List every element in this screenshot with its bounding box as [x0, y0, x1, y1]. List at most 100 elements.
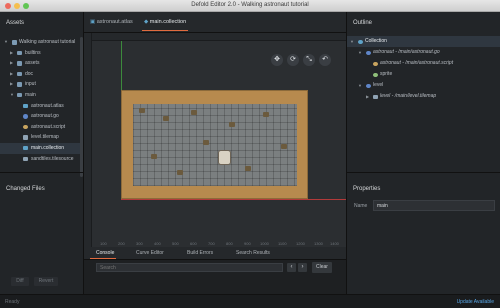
ruler-tick: 1200: [296, 241, 305, 246]
tab-label: Build Errors: [187, 250, 214, 256]
ruler-left: [84, 33, 92, 247]
chevron-down-icon[interactable]: ▼: [358, 80, 362, 91]
update-available-link[interactable]: Update Available: [457, 299, 494, 305]
scene-viewport[interactable]: 100 200 300 400 500 600 700 800 900 1000…: [84, 33, 346, 247]
asset-item-project[interactable]: ▼ Walking astronaut tutorial: [0, 37, 80, 48]
asset-label: input: [25, 81, 36, 88]
tab-curve-editor[interactable]: Curve Editor: [136, 250, 164, 256]
folder-icon: [17, 61, 22, 66]
rock-tile: [229, 122, 235, 127]
asset-item-astronaut-go[interactable]: astronaut.go: [0, 111, 80, 122]
window-titlebar: Defold Editor 2.0 - Walking astronaut tu…: [0, 0, 500, 12]
status-bar: Ready Update Available: [0, 294, 500, 308]
chevron-right-icon[interactable]: ▶: [10, 58, 13, 69]
tab-build-errors[interactable]: Build Errors: [187, 250, 213, 256]
chevron-down-icon[interactable]: ▼: [4, 37, 8, 48]
revert-button[interactable]: Revert: [34, 277, 58, 286]
outline-item-level[interactable]: ▼ level: [347, 80, 500, 91]
asset-item-astronaut-atlas[interactable]: astronaut.atlas: [0, 101, 80, 112]
asset-label: astronaut.go: [31, 113, 59, 120]
chevron-right-icon[interactable]: ▶: [10, 79, 13, 90]
diff-button[interactable]: Diff: [11, 277, 29, 286]
asset-item-astronaut-script[interactable]: astronaut.script: [0, 122, 80, 133]
outline-item-sprite[interactable]: sprite: [347, 69, 500, 80]
undo-icon[interactable]: ↶: [319, 54, 331, 66]
outline-item-level-tilemap[interactable]: ▶ level - /main/level.tilemap: [347, 91, 500, 102]
rock-tile: [177, 170, 183, 175]
astronaut-sprite[interactable]: [218, 150, 231, 165]
tab-astronaut-atlas[interactable]: ▣ astronaut.atlas: [90, 16, 133, 29]
chevron-right-icon[interactable]: ▶: [10, 69, 13, 80]
ruler-tick: 1100: [278, 241, 287, 246]
chevron-down-icon[interactable]: ▼: [358, 47, 362, 58]
changed-files-panel: Changed Files: [0, 172, 84, 294]
tab-label: Search Results: [236, 250, 270, 256]
ruler-tick: 600: [190, 241, 197, 246]
asset-item-level-tilemap[interactable]: level.tilemap: [0, 132, 80, 143]
rotate-tool-icon[interactable]: ⟳: [287, 54, 299, 66]
asset-label: sandtiles.tilesource: [31, 155, 74, 162]
tab-console[interactable]: Console: [89, 250, 117, 259]
folder-icon: [17, 92, 22, 98]
outline-item-astronaut-script[interactable]: astronaut - /main/astronaut.script: [347, 58, 500, 69]
name-field[interactable]: main: [373, 200, 495, 211]
name-label: Name: [354, 203, 368, 209]
asset-label: assets: [25, 60, 40, 67]
tab-label: Curve Editor: [136, 250, 164, 256]
asset-label: astronaut.script: [31, 123, 66, 130]
changed-files-heading: Changed Files: [6, 186, 45, 192]
ruler-tick: 300: [136, 241, 143, 246]
folder-icon: [17, 50, 22, 56]
ruler-tick: 800: [226, 241, 233, 246]
asset-item-input[interactable]: ▶ input: [0, 79, 80, 90]
tab-search-results[interactable]: Search Results: [236, 250, 270, 256]
outline-label: astronaut - /main/astronaut.go: [373, 49, 440, 55]
ruler-tick: 500: [172, 241, 179, 246]
chevron-right-icon[interactable]: ▶: [10, 48, 13, 59]
asset-item-main-collection[interactable]: main.collection: [0, 142, 80, 154]
tab-main-collection[interactable]: ◆ main.collection: [141, 16, 189, 31]
asset-label: main: [25, 91, 36, 98]
outline-item-astronaut[interactable]: ▼ astronaut - /main/astronaut.go: [347, 47, 500, 58]
asset-label: level.tilemap: [31, 134, 59, 141]
properties-panel: Properties Name main: [347, 172, 500, 294]
console-tabs: Console Curve Editor Build Errors Search…: [84, 247, 346, 260]
tilesource-icon: [23, 156, 28, 162]
prev-result-button[interactable]: ‹: [287, 263, 296, 272]
status-text: Ready: [5, 299, 20, 305]
rock-tile: [191, 110, 197, 115]
ruler-tick: 1400: [330, 241, 339, 246]
clear-button[interactable]: Clear: [312, 262, 332, 273]
asset-item-builtins[interactable]: ▶ builtins: [0, 48, 80, 59]
console-search-input[interactable]: [96, 263, 283, 272]
gameobject-icon: [366, 50, 371, 55]
move-tool-icon[interactable]: ✥: [271, 54, 283, 66]
tilemap-floor: [133, 104, 297, 186]
asset-label: builtins: [25, 49, 41, 56]
asset-tree: ▼ Walking astronaut tutorial ▶ builtins …: [0, 37, 80, 164]
chevron-right-icon[interactable]: ▶: [366, 91, 369, 102]
rock-tile: [203, 140, 209, 145]
folder-icon: [17, 71, 22, 77]
collection-icon: [358, 39, 363, 44]
scale-tool-icon[interactable]: ⤡: [303, 54, 315, 66]
rock-tile: [263, 112, 269, 117]
rock-tile: [163, 116, 169, 121]
next-result-button[interactable]: ›: [298, 263, 307, 272]
manipulator-toolbar: ✥ ⟳ ⤡ ↶: [271, 54, 335, 67]
asset-label: astronaut.atlas: [31, 102, 64, 109]
asset-item-doc[interactable]: ▶ doc: [0, 69, 80, 80]
chevron-down-icon[interactable]: ▼: [10, 90, 14, 101]
gameobject-icon: [366, 83, 371, 88]
level-tilemap[interactable]: [121, 90, 308, 199]
asset-item-main[interactable]: ▼ main: [0, 90, 80, 101]
asset-item-sandtiles[interactable]: sandtiles.tilesource: [0, 154, 80, 165]
chevron-down-icon[interactable]: ▼: [350, 36, 354, 47]
outline-item-collection[interactable]: ▼ Collection: [347, 36, 500, 47]
outline-label: level - /main/level.tilemap: [380, 93, 437, 99]
assets-scrollbar[interactable]: [80, 37, 83, 177]
asset-item-assets[interactable]: ▶ assets: [0, 58, 80, 69]
asset-label: doc: [25, 70, 34, 77]
rock-tile: [151, 154, 157, 159]
ruler-tick: 900: [244, 241, 251, 246]
